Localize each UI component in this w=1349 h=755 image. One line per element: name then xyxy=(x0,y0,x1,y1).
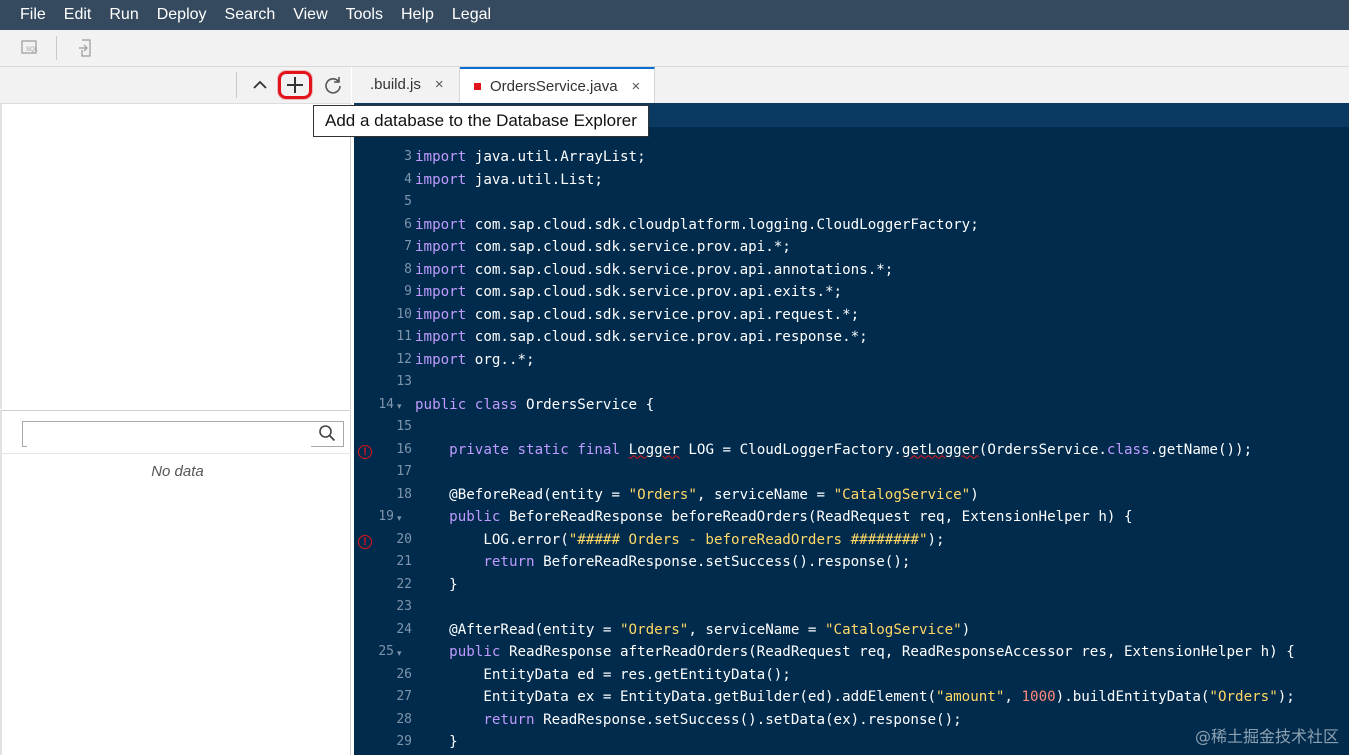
code-editor[interactable]: 3 import java.util.ArrayList; 4 import java… xyxy=(354,103,1349,755)
code-line[interactable]: return ReadResponse.setSuccess().setData… xyxy=(415,712,961,728)
export-icon[interactable] xyxy=(75,37,97,59)
line-number: 29 xyxy=(396,734,412,749)
toolbar-divider xyxy=(56,36,57,60)
code-line[interactable]: public class OrdersService { xyxy=(415,397,654,413)
line-number: 15 xyxy=(396,419,412,434)
database-explorer-toolbar xyxy=(0,67,351,104)
code-line[interactable]: public ReadResponse afterReadOrders(Read… xyxy=(415,644,1295,660)
empty-state-text: No data xyxy=(151,463,204,480)
sql-console-icon[interactable]: SQL xyxy=(20,37,42,59)
code-line[interactable]: public BeforeReadResponse beforeReadOrde… xyxy=(415,509,1132,525)
line-number: 7 xyxy=(404,239,412,254)
modified-indicator-icon xyxy=(474,82,481,90)
divider xyxy=(236,72,237,98)
close-icon[interactable]: × xyxy=(632,78,641,95)
line-number: 14 xyxy=(378,396,394,412)
line-number: 4 xyxy=(404,171,412,187)
line-number: 22 xyxy=(396,576,412,592)
code-line[interactable]: EntityData ex = EntityData.getBuilder(ed… xyxy=(415,689,1295,705)
code-line[interactable]: import com.sap.cloud.sdk.service.prov.ap… xyxy=(415,329,868,345)
code-line[interactable]: return BeforeReadResponse.setSuccess().r… xyxy=(415,554,910,570)
search-icon[interactable] xyxy=(318,424,336,442)
code-line[interactable]: private static final Logger LOG = CloudL… xyxy=(415,442,1252,458)
database-explorer-tree xyxy=(0,104,351,409)
line-number: 28 xyxy=(396,711,412,727)
menu-item-edit[interactable]: Edit xyxy=(64,6,92,24)
line-number: 19 xyxy=(378,509,394,524)
watermark: @稀土掘金技术社区 xyxy=(1194,727,1339,746)
code-line[interactable]: import java.util.List; xyxy=(415,172,603,188)
chevron-up-icon[interactable] xyxy=(250,74,270,96)
line-number: 13 xyxy=(396,374,412,389)
menu-item-file[interactable]: File xyxy=(20,6,46,24)
code-line[interactable]: import com.sap.cloud.sdk.service.prov.ap… xyxy=(415,284,842,300)
line-number: 24 xyxy=(396,621,412,637)
menu-item-tools[interactable]: Tools xyxy=(346,6,383,24)
line-number: 23 xyxy=(396,599,412,614)
code-line[interactable]: import com.sap.cloud.sdk.cloudplatform.l… xyxy=(415,217,979,233)
menu-item-help[interactable]: Help xyxy=(401,6,434,24)
line-number: 25 xyxy=(378,644,394,659)
divider xyxy=(2,453,351,454)
line-number: 26 xyxy=(396,666,412,682)
tab-label: OrdersService.java xyxy=(490,77,618,95)
line-number: 10 xyxy=(396,306,412,322)
line-number: 21 xyxy=(396,554,412,569)
code-line[interactable]: EntityData ed = res.getEntityData(); xyxy=(415,667,791,683)
code-line[interactable]: import com.sap.cloud.sdk.service.prov.ap… xyxy=(415,262,893,278)
menu-item-deploy[interactable]: Deploy xyxy=(157,6,207,24)
toolbar: SQL xyxy=(0,30,1349,67)
line-number: 12 xyxy=(396,351,412,367)
menu-item-run[interactable]: Run xyxy=(109,6,138,24)
code-line[interactable]: import com.sap.cloud.sdk.service.prov.ap… xyxy=(415,239,791,255)
line-number: 5 xyxy=(404,194,412,209)
code-line[interactable]: @BeforeRead(entity = "Orders", serviceNa… xyxy=(415,487,979,503)
refresh-icon[interactable] xyxy=(322,74,344,96)
fold-toggle-icon[interactable]: ▾ xyxy=(397,401,402,412)
error-icon[interactable]: ! xyxy=(358,444,372,459)
line-number: 18 xyxy=(396,486,412,502)
fold-toggle-icon[interactable]: ▾ xyxy=(397,648,402,659)
code-line[interactable]: @AfterRead(entity = "Orders", serviceNam… xyxy=(415,622,970,638)
line-number: 27 xyxy=(396,689,412,704)
menu-item-view[interactable]: View xyxy=(293,6,327,24)
code-line[interactable]: import org..*; xyxy=(415,352,535,368)
line-number: 3 xyxy=(404,149,412,164)
line-number: 17 xyxy=(396,464,412,479)
plus-icon xyxy=(287,77,303,93)
editor-tab-bar: .build.js × OrdersService.java × xyxy=(352,67,1349,103)
code-line[interactable]: } xyxy=(415,734,458,750)
fold-toggle-icon[interactable]: ▾ xyxy=(397,513,402,524)
code-line[interactable]: } xyxy=(415,577,458,593)
code-line[interactable]: LOG.error("##### Orders - beforeReadOrde… xyxy=(415,532,944,548)
menu-item-legal[interactable]: Legal xyxy=(452,6,491,24)
search-field[interactable] xyxy=(22,421,344,447)
svg-text:SQL: SQL xyxy=(26,47,39,53)
search-input[interactable] xyxy=(27,423,311,447)
add-database-tooltip: Add a database to the Database Explorer xyxy=(313,105,649,137)
database-details-panel: No data xyxy=(0,410,351,755)
tab-orders-service-java[interactable]: OrdersService.java × xyxy=(460,67,655,103)
close-icon[interactable]: × xyxy=(435,76,444,93)
tab-build-js[interactable]: .build.js × xyxy=(352,67,460,102)
code-line[interactable]: import java.util.ArrayList; xyxy=(415,149,646,165)
line-number: 8 xyxy=(404,261,412,277)
line-number: 9 xyxy=(404,284,412,299)
code-line[interactable]: import com.sap.cloud.sdk.service.prov.ap… xyxy=(415,307,859,323)
line-number: 11 xyxy=(396,329,412,344)
error-icon[interactable]: ! xyxy=(358,534,372,549)
menu-item-search[interactable]: Search xyxy=(225,6,276,24)
menu-bar: File Edit Run Deploy Search View Tools Help Lega… xyxy=(0,0,1349,30)
line-number: 6 xyxy=(404,216,412,232)
add-database-button[interactable] xyxy=(278,71,312,99)
tab-label: .build.js xyxy=(370,76,421,93)
